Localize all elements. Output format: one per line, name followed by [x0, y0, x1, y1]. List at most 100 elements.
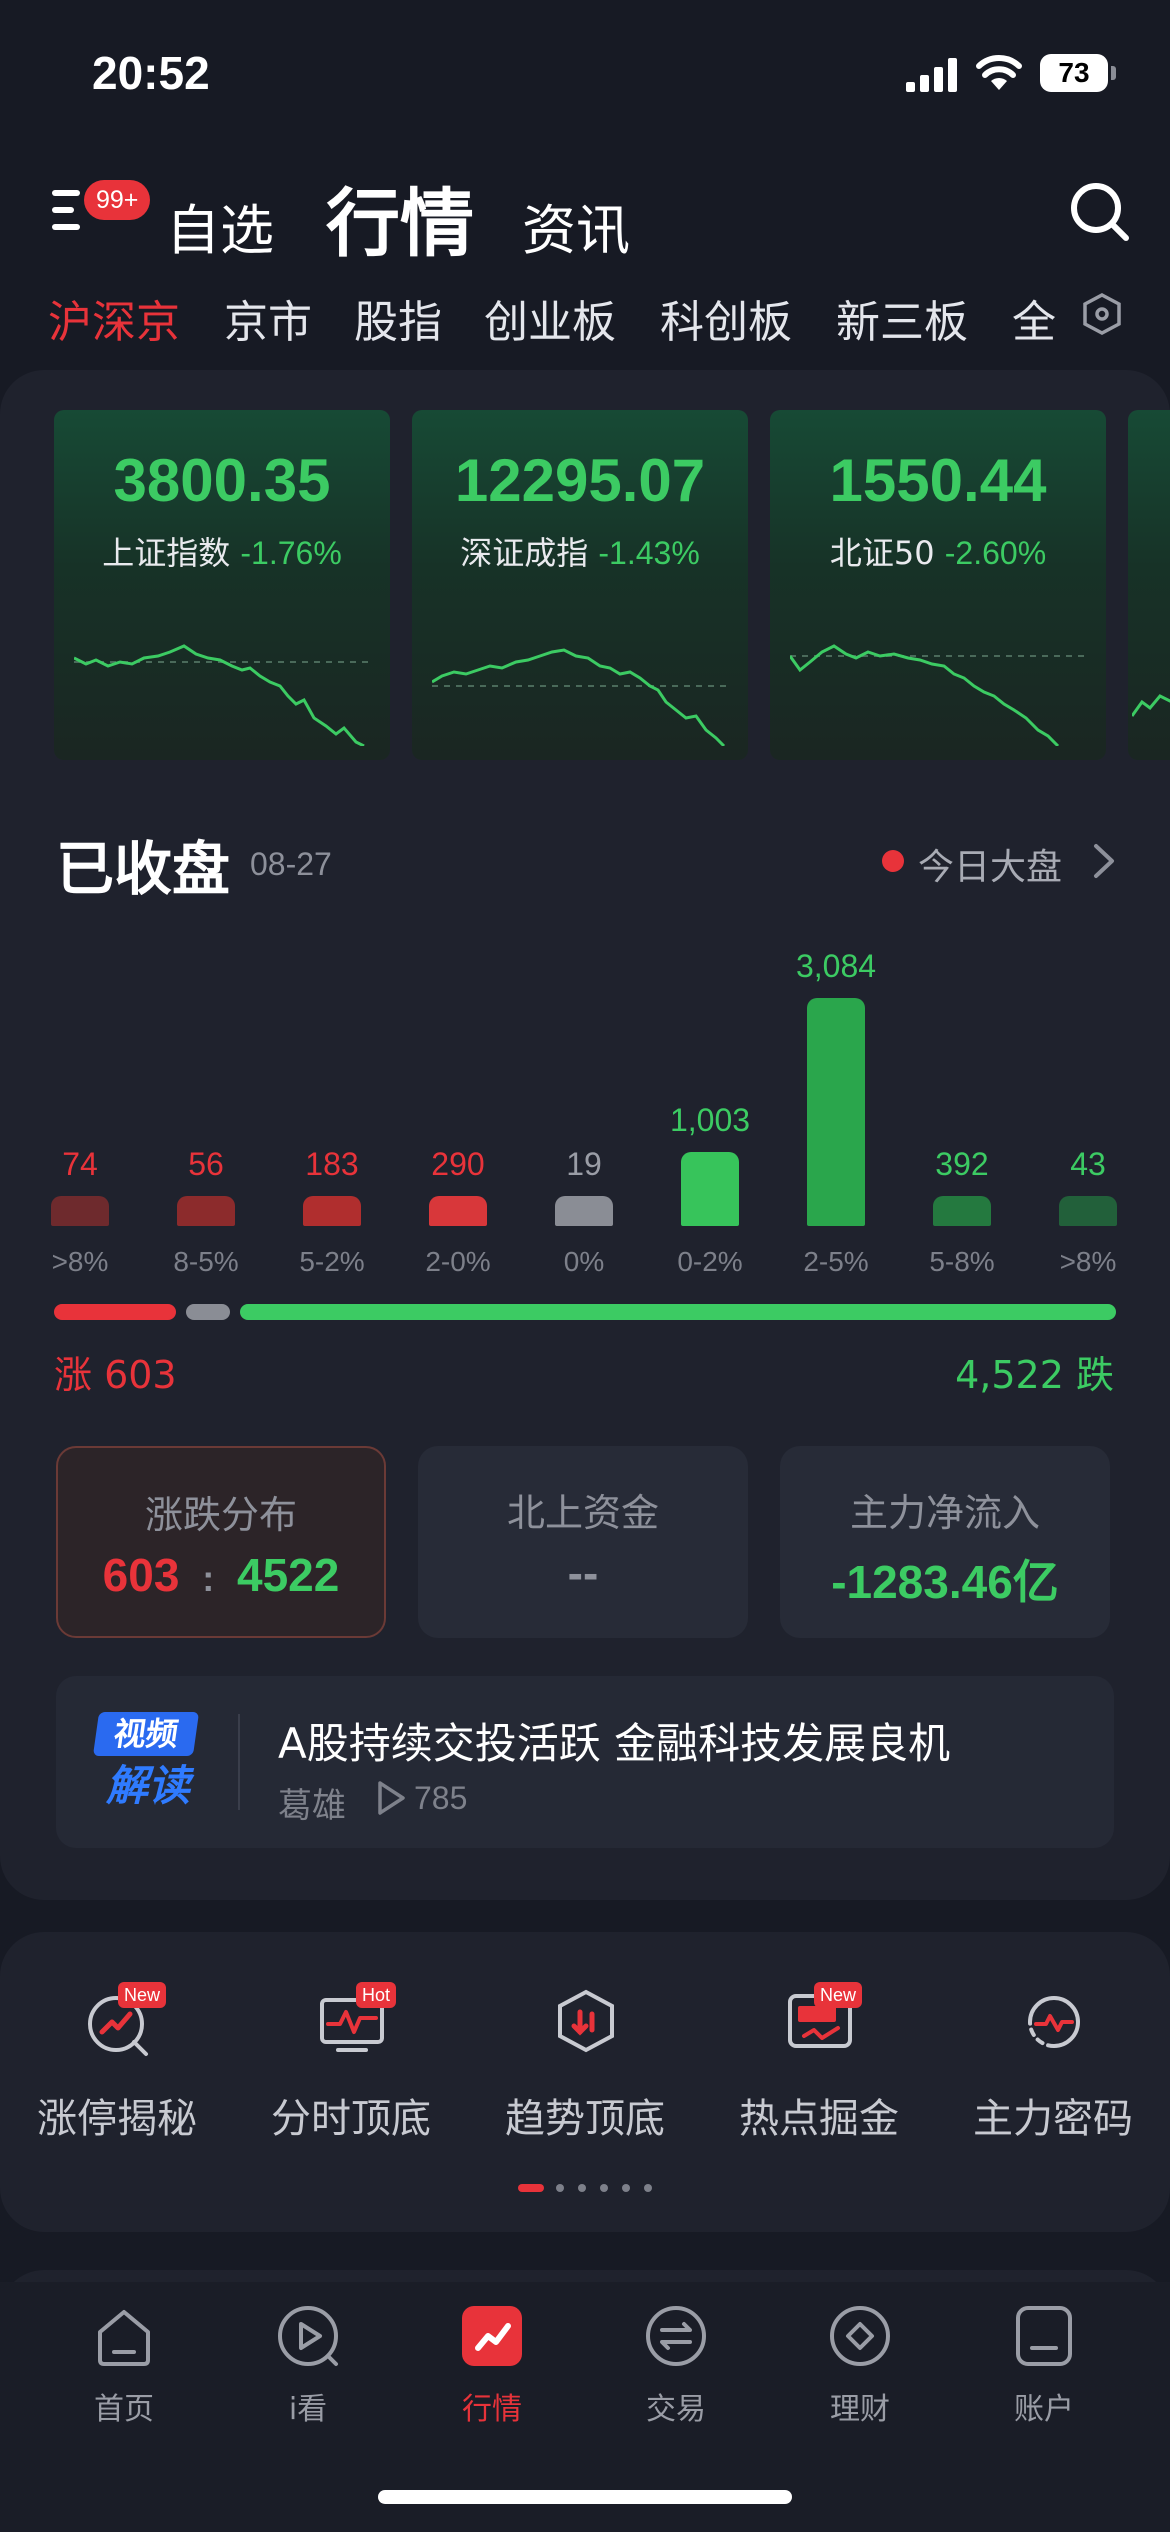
market-chart-icon	[462, 2306, 522, 2366]
wealth-icon	[830, 2306, 890, 2366]
trade-icon	[646, 2306, 706, 2366]
index-change: -1.76%	[240, 535, 342, 571]
nav-market[interactable]: 行情	[412, 2302, 572, 2442]
tab-watchlist[interactable]: 自选	[166, 186, 274, 265]
stat-main-net-inflow[interactable]: 主力净流入 -1283.46亿	[780, 1446, 1110, 1638]
bar-category-label: 0%	[563, 1246, 605, 1277]
new-badge: New	[118, 1982, 167, 2008]
tool-hot-spot-gold[interactable]: New 热点掘金	[704, 1982, 934, 2146]
nav-wealth[interactable]: 理财	[780, 2302, 940, 2442]
index-card-shanghai[interactable]: 3800.35 上证指数 -1.76%	[54, 410, 390, 760]
pager-dot-active[interactable]	[518, 2184, 544, 2192]
market-tab-hushenjing[interactable]: 沪深京	[48, 286, 180, 350]
pager-dot[interactable]	[644, 2184, 652, 2192]
market-closed-title: 已收盘	[56, 835, 231, 903]
nav-label: 账户	[1014, 2392, 1074, 2427]
settings-hex-icon[interactable]	[1082, 292, 1122, 336]
hot-badge: Hot	[356, 1982, 397, 2008]
pager-dot[interactable]	[622, 2184, 630, 2192]
fall-count-label: 4,522 跌	[955, 1353, 1114, 1397]
index-value: 12295.07	[454, 447, 706, 514]
bar-category-label: >8%	[1059, 1246, 1117, 1277]
bar-value-label: 1,003	[669, 1102, 751, 1138]
video-play-count: 785	[414, 1780, 468, 1816]
tool-label: 主力密码	[973, 2096, 1133, 2142]
live-dot-icon	[882, 850, 904, 872]
nav-home[interactable]: 首页	[44, 2302, 204, 2442]
distribution-bar	[807, 998, 865, 1226]
nav-label: 交易	[646, 2392, 706, 2427]
notification-badge: 99+	[84, 180, 151, 220]
new-badge: New	[814, 1982, 863, 2008]
market-tab-jingshi[interactable]: 京市	[224, 286, 312, 350]
market-tab-star[interactable]: 科创板	[660, 286, 792, 350]
stat-value: --	[567, 1547, 599, 1599]
ratio-bar-down	[240, 1304, 1116, 1320]
market-tab-neeq[interactable]: 新三板	[836, 286, 968, 350]
tool-limit-up-secrets[interactable]: New 涨停揭秘	[2, 1982, 232, 2146]
nav-label: 首页	[94, 2392, 154, 2427]
stat-title: 北上资金	[506, 1491, 659, 1535]
pager-dot[interactable]	[600, 2184, 608, 2192]
tab-news[interactable]: 资讯	[522, 186, 630, 265]
video-analysis-card[interactable]: 视频 解读 A股持续交投活跃 金融科技发展良机 葛雄 785	[56, 1676, 1114, 1848]
tool-label: 涨停揭秘	[37, 2096, 197, 2142]
stat-title: 涨跌分布	[144, 1493, 297, 1537]
stat-rise-fall-distribution[interactable]: 涨跌分布 603 : 4522	[56, 1446, 386, 1638]
stat-title: 主力净流入	[849, 1491, 1040, 1535]
index-sparkline	[432, 648, 732, 746]
tool-label: 趋势顶底	[505, 2096, 665, 2142]
bar-value-label: 56	[188, 1146, 224, 1182]
distribution-bar	[303, 1196, 361, 1226]
today-market-link[interactable]: 今日大盘	[918, 838, 1062, 890]
tool-intraday-top-bottom[interactable]: Hot 分时顶底	[236, 1982, 466, 2146]
index-sparkline	[790, 644, 1090, 746]
bar-category-label: 2-5%	[803, 1246, 869, 1277]
market-tab-index[interactable]: 股指	[354, 286, 442, 350]
index-card-shenzhen[interactable]: 12295.07 深证成指 -1.43%	[412, 410, 748, 760]
bar-value-label: 19	[566, 1146, 602, 1182]
distribution-bar	[681, 1152, 739, 1226]
nav-trade[interactable]: 交易	[596, 2302, 756, 2442]
status-bar: 20:52 73	[0, 0, 1170, 150]
battery-icon: 73	[1040, 54, 1116, 92]
index-card-bse50[interactable]: 1550.44 北证50 -2.60%	[770, 410, 1106, 760]
bar-value-label: 3,084	[795, 948, 877, 984]
bar-category-label: >8%	[51, 1246, 109, 1277]
chevron-right-icon[interactable]	[1092, 842, 1116, 880]
index-change: -2.60%	[944, 535, 1047, 571]
status-time: 20:52	[92, 47, 210, 99]
tool-trend-top-bottom[interactable]: 趋势顶底	[470, 1986, 700, 2146]
distribution-bar	[555, 1196, 613, 1226]
search-icon[interactable]	[1068, 180, 1132, 244]
nav-account[interactable]: 账户	[964, 2302, 1124, 2442]
home-indicator[interactable]	[378, 2490, 792, 2504]
nav-watch[interactable]: i看	[228, 2302, 388, 2442]
video-title: A股持续交投活跃 金融科技发展良机	[278, 1719, 951, 1768]
market-tab-chinext[interactable]: 创业板	[484, 286, 616, 350]
nav-label: i看	[288, 2392, 328, 2427]
bar-value-label: 43	[1070, 1146, 1106, 1182]
tool-main-force-code[interactable]: 主力密码	[938, 1986, 1168, 2146]
distribution-bar	[429, 1196, 487, 1226]
trend-icon	[558, 1989, 614, 2053]
distribution-bar	[177, 1196, 235, 1226]
index-card-more[interactable]	[1128, 410, 1170, 760]
stat-value: 603 : 4522	[58, 1548, 384, 1602]
pager-dot[interactable]	[578, 2184, 586, 2192]
stat-northbound-funds[interactable]: 北上资金 --	[418, 1446, 748, 1638]
index-name: 上证指数	[102, 534, 231, 572]
wifi-icon	[976, 55, 1022, 90]
bar-value-label: 290	[431, 1146, 485, 1182]
bar-category-label: 5-8%	[929, 1246, 995, 1277]
home-icon	[98, 2310, 150, 2366]
tab-market[interactable]: 行情	[326, 164, 474, 271]
pager-dot[interactable]	[556, 2184, 564, 2192]
play-icon	[378, 1781, 405, 1815]
divider	[238, 1714, 240, 1810]
market-tab-all[interactable]: 全	[1012, 286, 1056, 350]
distribution-bar	[933, 1196, 991, 1226]
market-date: 08-27	[250, 846, 332, 882]
index-name: 北证50	[829, 534, 935, 572]
index-name: 深证成指	[460, 534, 589, 572]
